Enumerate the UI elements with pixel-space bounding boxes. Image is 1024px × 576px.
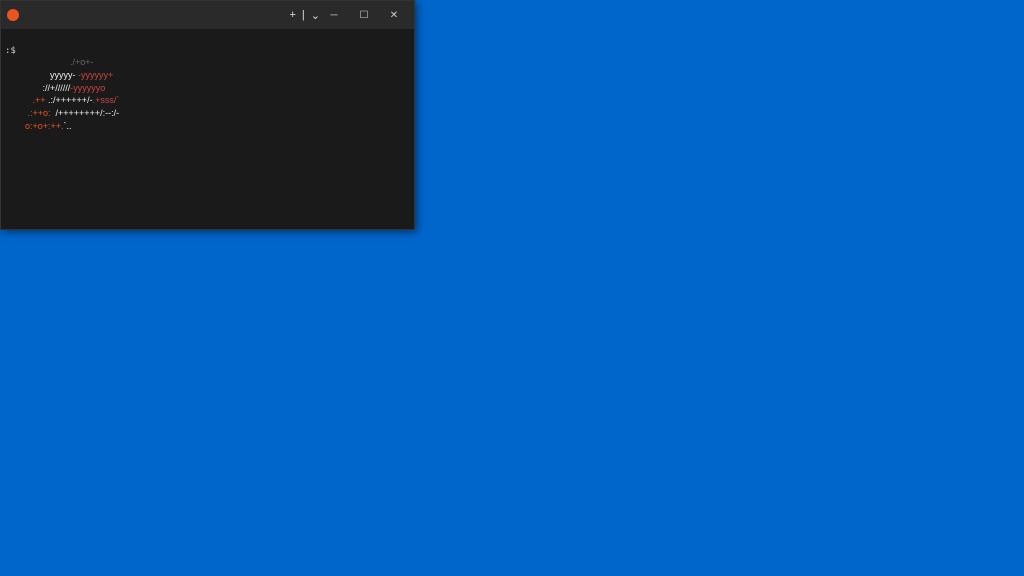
ubuntu-terminal-window[interactable]: + | ⌄ ─ ☐ ✕ :$ ./+o+- yyyyy- -yyyyyy+ :/… <box>0 0 415 230</box>
ubuntu-terminal-body[interactable]: :$ ./+o+- yyyyy- -yyyyyy+ ://+//////-yyy… <box>1 29 414 138</box>
maximize-button[interactable]: ☐ <box>350 4 378 26</box>
ubuntu-titlebar[interactable]: + | ⌄ ─ ☐ ✕ <box>1 1 414 29</box>
close-button[interactable]: ✕ <box>380 4 408 26</box>
ubuntu-icon <box>7 9 19 21</box>
minimize-button[interactable]: ─ <box>320 4 348 26</box>
tab-add-icon[interactable]: + <box>289 9 295 21</box>
tab-dropdown-icon[interactable]: ⌄ <box>311 9 320 22</box>
